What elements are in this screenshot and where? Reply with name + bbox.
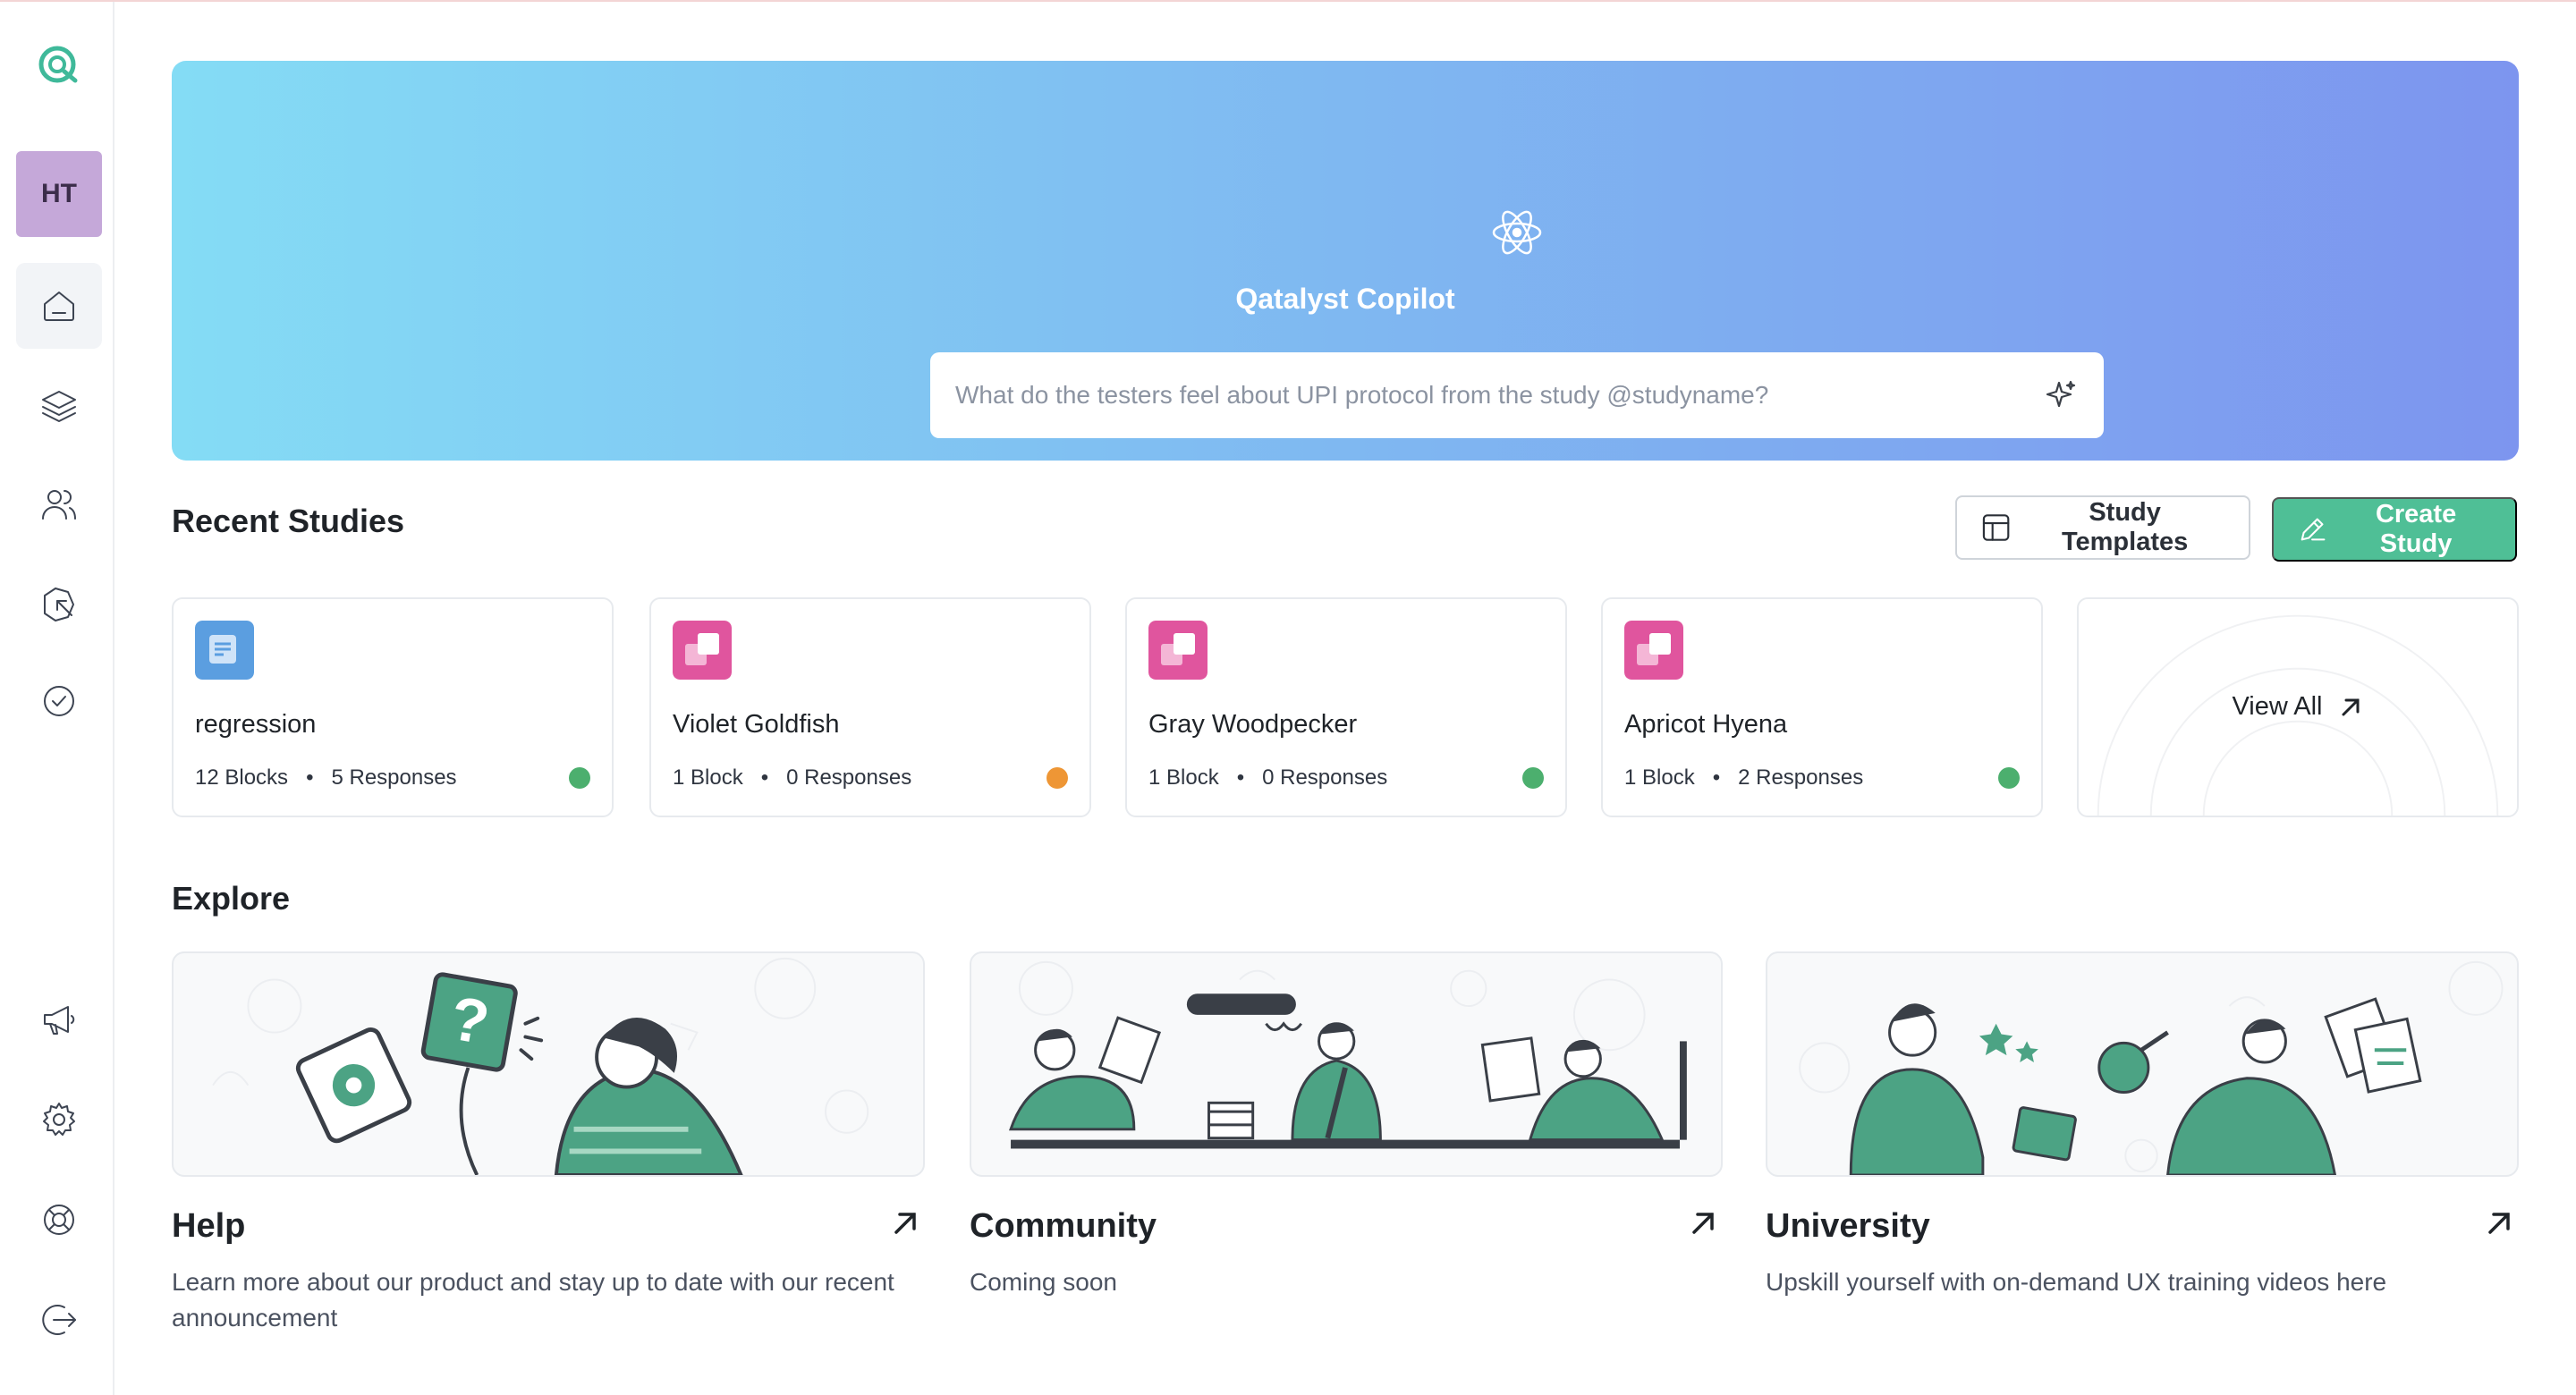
study-responses: 5 Responses	[331, 765, 457, 790]
arrow-up-right-icon[interactable]	[2481, 1205, 2517, 1241]
meta-separator: •	[1236, 765, 1245, 790]
sidebar-item-announcements[interactable]	[16, 976, 102, 1062]
sidebar-item-interactions[interactable]	[16, 562, 102, 647]
community-illustration	[1008, 960, 1687, 1149]
study-name: Gray Woodpecker	[1148, 710, 1358, 739]
study-templates-button[interactable]: Study Templates	[1955, 495, 2250, 560]
university-title[interactable]: University	[1766, 1207, 1930, 1246]
study-responses: 0 Responses	[786, 765, 912, 790]
cursor-click-icon	[44, 588, 74, 621]
template-icon	[1982, 514, 2010, 541]
users-icon	[42, 490, 76, 520]
help-description: Learn more about our product and stay up…	[172, 1268, 894, 1332]
badge-check-icon	[44, 686, 74, 716]
sidebar-item-studies[interactable]	[16, 363, 102, 449]
qatalyst-logo-icon[interactable]	[34, 41, 80, 88]
prototype-icon	[1624, 621, 1683, 680]
layers-icon	[42, 391, 76, 422]
lifebuoy-icon	[44, 1205, 74, 1235]
sidebar-item-settings[interactable]	[16, 1077, 102, 1162]
community-card[interactable]	[970, 951, 1723, 1177]
sparkle-icon[interactable]	[2043, 377, 2079, 413]
study-name: Apricot Hyena	[1624, 710, 1788, 739]
study-meta: 12 Blocks • 5 Responses	[195, 765, 457, 790]
study-blocks: 1 Block	[673, 765, 743, 790]
sidebar-item-support[interactable]	[16, 1177, 102, 1263]
status-dot	[1998, 767, 2020, 789]
study-meta: 1 Block • 2 Responses	[1624, 765, 1863, 790]
study-responses: 0 Responses	[1262, 765, 1388, 790]
study-card[interactable]: Gray Woodpecker 1 Block • 0 Responses	[1125, 597, 1567, 817]
university-illustration	[1799, 960, 2504, 1175]
study-name: regression	[195, 710, 317, 739]
atom-icon	[1492, 210, 1542, 255]
gear-icon	[43, 1103, 75, 1136]
sidebar-item-verified[interactable]	[16, 658, 102, 744]
study-meta: 1 Block • 0 Responses	[673, 765, 911, 790]
prototype-icon	[1148, 621, 1208, 680]
view-all-card[interactable]: View All	[2077, 597, 2519, 817]
study-card[interactable]: Violet Goldfish 1 Block • 0 Responses	[649, 597, 1091, 817]
megaphone-icon	[44, 1006, 75, 1035]
pencil-icon	[2301, 518, 2326, 541]
arrow-up-right-icon	[2342, 698, 2360, 715]
study-name: Violet Goldfish	[673, 710, 840, 739]
university-description: Upskill yourself with on-demand UX train…	[1766, 1268, 2387, 1296]
status-dot	[1046, 767, 1068, 789]
study-responses: 2 Responses	[1738, 765, 1864, 790]
community-description: Coming soon	[970, 1268, 1117, 1296]
avatar-initials: HT	[41, 179, 77, 208]
university-card[interactable]	[1766, 951, 2519, 1177]
copilot-title: Qatalyst Copilot	[1235, 283, 1455, 315]
copilot-hero: Qatalyst Copilot	[172, 61, 2519, 461]
study-templates-label: Study Templates	[2061, 498, 2189, 556]
create-study-label: Create Study	[2375, 500, 2457, 558]
study-meta: 1 Block • 0 Responses	[1148, 765, 1387, 790]
study-card[interactable]: Apricot Hyena 1 Block • 2 Responses	[1601, 597, 2043, 817]
view-all-link[interactable]: View All	[2079, 692, 2517, 722]
home-icon	[44, 292, 74, 321]
help-illustration: ?	[212, 957, 869, 1175]
copilot-search-box[interactable]	[930, 352, 2104, 438]
study-card[interactable]: regression 12 Blocks • 5 Responses	[172, 597, 614, 817]
meta-separator: •	[1712, 765, 1721, 790]
recent-studies-title: Recent Studies	[172, 503, 405, 539]
logout-icon	[42, 1305, 76, 1335]
help-card[interactable]: ?	[172, 951, 925, 1177]
copilot-search-input[interactable]	[955, 381, 2043, 410]
prototype-icon	[673, 621, 732, 680]
study-blocks: 1 Block	[1148, 765, 1219, 790]
arrow-up-right-icon[interactable]	[1685, 1205, 1721, 1241]
meta-separator: •	[760, 765, 769, 790]
help-title[interactable]: Help	[172, 1207, 245, 1246]
survey-icon	[195, 621, 254, 680]
arrow-up-right-icon[interactable]	[887, 1205, 923, 1241]
community-title[interactable]: Community	[970, 1207, 1157, 1246]
study-blocks: 12 Blocks	[195, 765, 289, 790]
view-all-label: View All	[2232, 692, 2323, 721]
create-study-button[interactable]: Create Study	[2272, 497, 2517, 562]
sidebar-item-users[interactable]	[16, 461, 102, 547]
avatar[interactable]: HT	[16, 151, 102, 237]
status-dot	[1522, 767, 1544, 789]
sidebar: HT	[0, 2, 114, 1395]
status-dot	[569, 767, 590, 789]
sidebar-item-logout[interactable]	[16, 1277, 102, 1363]
meta-separator: •	[306, 765, 314, 790]
explore-title: Explore	[172, 880, 291, 917]
study-blocks: 1 Block	[1624, 765, 1695, 790]
sidebar-item-home[interactable]	[16, 263, 102, 349]
